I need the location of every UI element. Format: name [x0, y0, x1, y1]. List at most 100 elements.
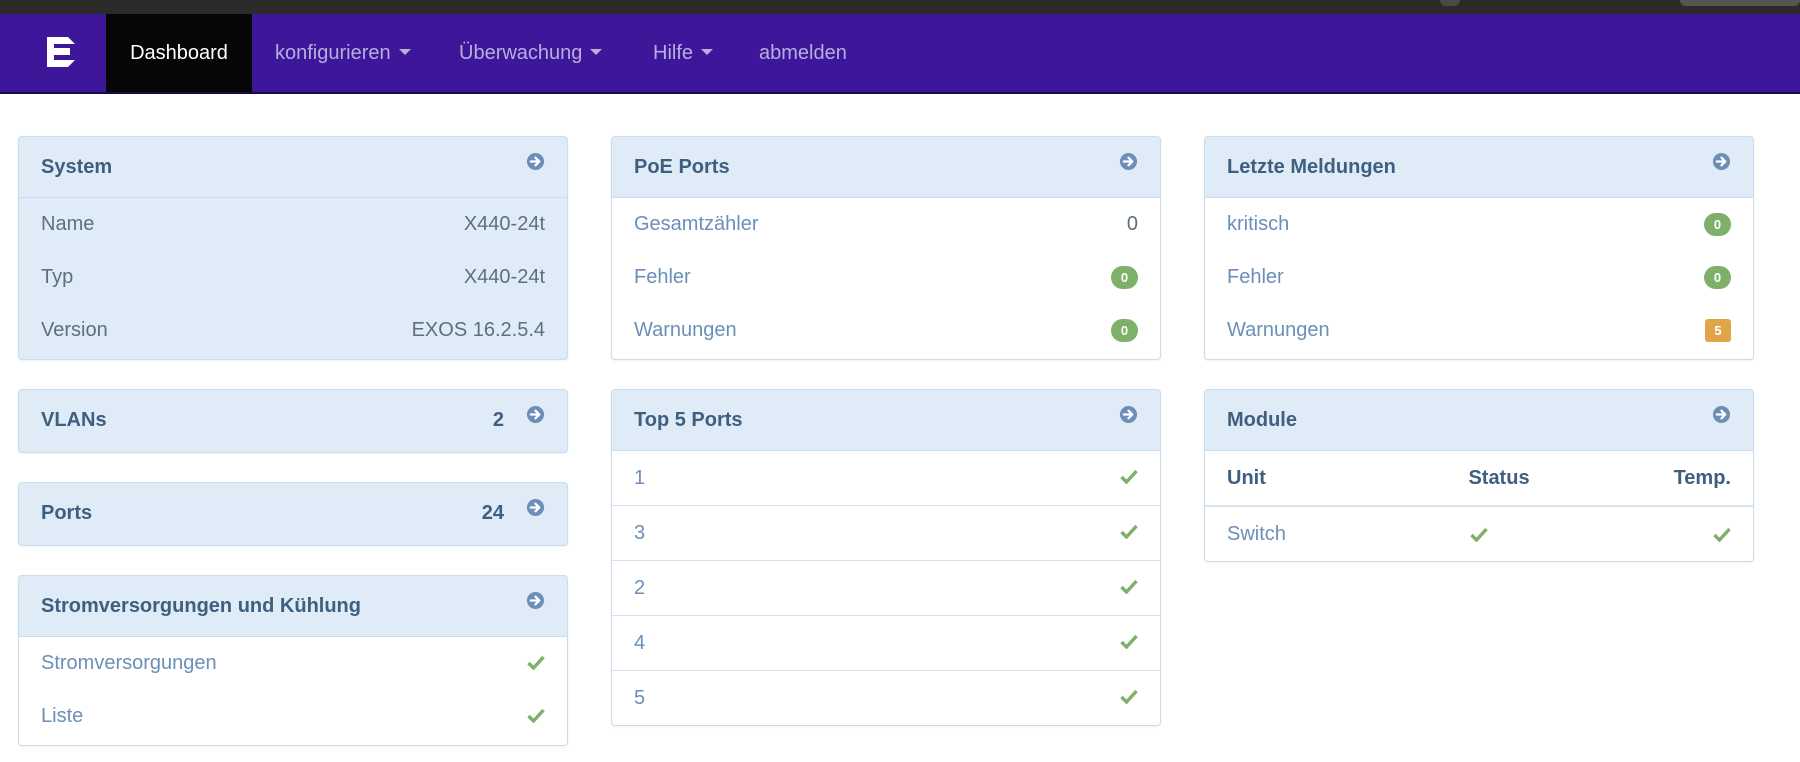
- arrow-right-circle-icon[interactable]: [526, 498, 545, 517]
- nav-ueberwachung-label: Überwachung: [459, 42, 583, 64]
- table-row[interactable]: Switch: [1205, 507, 1753, 561]
- port-label: 4: [634, 632, 646, 654]
- panel-title: Module: [1227, 409, 1297, 431]
- row-label: Version: [41, 319, 108, 341]
- nav-dashboard-label: Dashboard: [130, 42, 228, 64]
- power-row-list[interactable]: Liste: [19, 690, 567, 743]
- list-item[interactable]: 3: [612, 505, 1160, 560]
- panel-title: Ports: [41, 502, 93, 524]
- row-label: kritisch: [1227, 213, 1290, 235]
- arrow-right-circle-icon[interactable]: [1712, 152, 1731, 171]
- check-icon: [1120, 634, 1138, 649]
- column-header-temp: Temp.: [1673, 467, 1731, 489]
- arrow-right-circle-icon[interactable]: [526, 152, 545, 171]
- arrow-right-circle-icon[interactable]: [1712, 405, 1731, 424]
- row-value: 0: [1126, 213, 1138, 235]
- check-icon: [1120, 469, 1138, 484]
- nav-abmelden[interactable]: abmelden: [759, 14, 847, 92]
- ports-panel-header: Ports 24: [19, 483, 567, 543]
- list-item[interactable]: 2: [612, 560, 1160, 615]
- check-icon: [1120, 524, 1138, 539]
- module-unit-cell: Switch: [1227, 523, 1286, 545]
- nav-dashboard[interactable]: Dashboard: [106, 14, 252, 92]
- extreme-logo-icon[interactable]: [44, 34, 78, 70]
- check-icon: [1470, 527, 1488, 542]
- chevron-down-icon: [701, 48, 714, 55]
- messages-row-errors[interactable]: Fehler 0: [1205, 251, 1753, 304]
- row-value: X440-24t: [463, 213, 545, 235]
- poe-ports-panel: PoE Ports Gesamtzähler 0 Fehler 0 Warnun…: [611, 136, 1161, 360]
- messages-row-critical[interactable]: kritisch 0: [1205, 198, 1753, 251]
- arrow-right-circle-icon[interactable]: [526, 405, 545, 424]
- port-label: 3: [634, 522, 646, 544]
- panel-title: Stromversorgungen und Kühlung: [41, 595, 361, 617]
- row-label: Name: [41, 213, 95, 235]
- module-panel: Module Unit Status Temp. Switch: [1204, 389, 1754, 562]
- arrow-right-circle-icon[interactable]: [526, 591, 545, 610]
- power-panel-header: Stromversorgungen und Kühlung: [19, 576, 567, 637]
- system-panel: System Name X440-24t Typ X440-24t Versio…: [18, 136, 568, 360]
- warning-badge: 5: [1705, 319, 1731, 342]
- panel-title: Letzte Meldungen: [1227, 156, 1396, 178]
- browser-top-strip: [0, 0, 1800, 14]
- list-item[interactable]: 5: [612, 670, 1160, 725]
- status-badge: 0: [1111, 266, 1138, 289]
- messages-row-warnings[interactable]: Warnungen 5: [1205, 304, 1753, 357]
- module-table-header: Unit Status Temp.: [1205, 451, 1753, 507]
- check-icon: [1120, 579, 1138, 594]
- top5-ports-panel: Top 5 Ports 1 3 2 4 5: [611, 389, 1161, 726]
- module-panel-header: Module: [1205, 390, 1753, 451]
- status-badge: 0: [1111, 319, 1138, 342]
- row-label: Fehler: [1227, 266, 1284, 288]
- poe-row-warnings[interactable]: Warnungen 0: [612, 304, 1160, 357]
- nav-konfigurieren[interactable]: konfigurieren: [275, 14, 411, 92]
- latest-messages-panel: Letzte Meldungen kritisch 0 Fehler 0 War…: [1204, 136, 1754, 360]
- port-label: 2: [634, 577, 646, 599]
- poe-row-total[interactable]: Gesamtzähler 0: [612, 198, 1160, 251]
- arrow-right-circle-icon[interactable]: [1119, 152, 1138, 171]
- row-label: Stromversorgungen: [41, 652, 217, 674]
- check-icon: [527, 655, 545, 670]
- nav-hilfe[interactable]: Hilfe: [653, 14, 714, 92]
- poe-row-errors[interactable]: Fehler 0: [612, 251, 1160, 304]
- nav-ueberwachung[interactable]: Überwachung: [459, 14, 603, 92]
- nav-hilfe-label: Hilfe: [653, 42, 694, 64]
- vlans-panel[interactable]: VLANs 2: [18, 389, 568, 453]
- ports-count: 24: [481, 502, 504, 524]
- system-panel-header: System: [19, 137, 567, 198]
- list-item[interactable]: 4: [612, 615, 1160, 670]
- nav-konfigurieren-label: konfigurieren: [275, 42, 391, 64]
- panel-title: VLANs: [41, 409, 107, 431]
- vlans-count: 2: [492, 409, 504, 431]
- row-label: Liste: [41, 705, 84, 727]
- power-cooling-panel: Stromversorgungen und Kühlung Stromverso…: [18, 575, 568, 746]
- list-item[interactable]: 1: [612, 451, 1160, 505]
- port-label: 1: [634, 467, 646, 489]
- arrow-right-circle-icon[interactable]: [1119, 405, 1138, 424]
- row-value: EXOS 16.2.5.4: [411, 319, 545, 341]
- check-icon: [527, 708, 545, 723]
- browser-frame-edge: [1440, 0, 1460, 6]
- row-label: Fehler: [634, 266, 691, 288]
- chevron-down-icon: [590, 48, 603, 55]
- nav-abmelden-label: abmelden: [759, 42, 847, 64]
- messages-panel-header: Letzte Meldungen: [1205, 137, 1753, 198]
- check-icon: [1120, 689, 1138, 704]
- row-label: Typ: [41, 266, 74, 288]
- column-header-unit: Unit: [1227, 467, 1266, 489]
- top5-panel-header: Top 5 Ports: [612, 390, 1160, 451]
- system-row-version: Version EXOS 16.2.5.4: [19, 304, 567, 357]
- panel-title: Top 5 Ports: [634, 409, 743, 431]
- chevron-down-icon: [398, 48, 411, 55]
- row-value: X440-24t: [463, 266, 545, 288]
- check-icon: [1713, 527, 1731, 542]
- row-label: Warnungen: [1227, 319, 1330, 341]
- ports-panel[interactable]: Ports 24: [18, 482, 568, 546]
- power-row-supplies[interactable]: Stromversorgungen: [19, 637, 567, 690]
- browser-frame-edge: [1680, 0, 1800, 6]
- top-navbar: Dashboard konfigurieren Überwachung Hilf…: [0, 14, 1800, 94]
- row-label: Warnungen: [634, 319, 737, 341]
- status-badge: 0: [1704, 266, 1731, 289]
- system-row-typ: Typ X440-24t: [19, 251, 567, 304]
- panel-title: PoE Ports: [634, 156, 730, 178]
